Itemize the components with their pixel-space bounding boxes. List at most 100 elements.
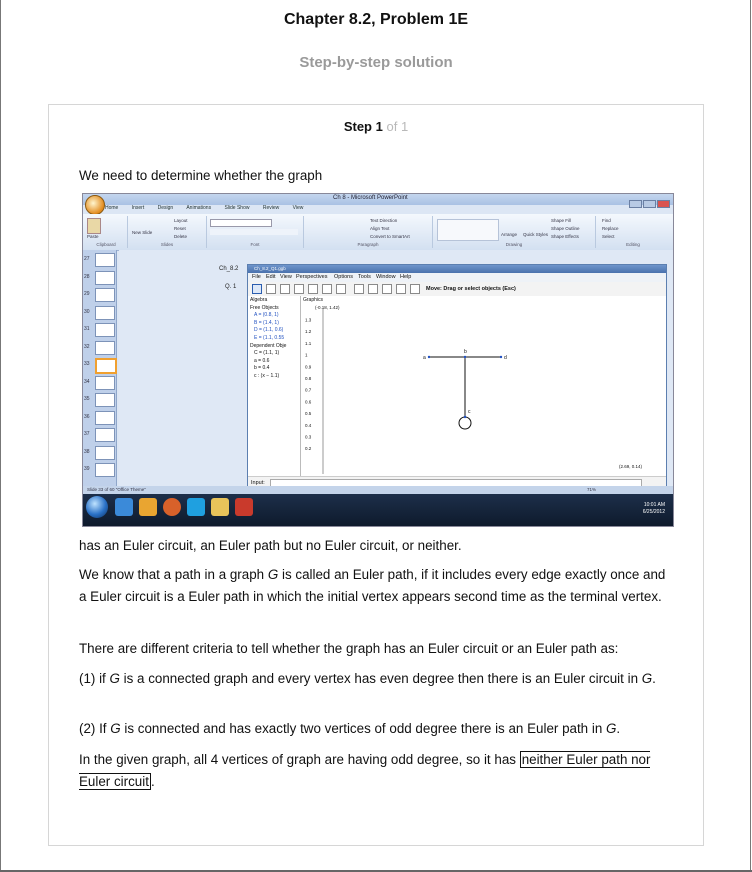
slide-thumbnail[interactable] — [95, 375, 115, 390]
vertex-c[interactable] — [463, 415, 467, 419]
geogebra-title: Ch_8.2_Q1.ggb — [254, 266, 286, 271]
criterion-part: . — [652, 671, 656, 686]
font-format-buttons[interactable] — [210, 229, 298, 235]
text-direction-label[interactable]: Text Direction — [370, 218, 397, 223]
shapes-gallery[interactable] — [437, 219, 499, 241]
vertex-label-c: c — [468, 409, 471, 415]
menu-help[interactable]: Help — [400, 274, 411, 280]
algebra-free-object[interactable]: A = (0.8, 1) — [254, 312, 279, 318]
ribbon-tab-slideshow[interactable]: Slide Show — [224, 205, 249, 211]
dependent-objects-label: Dependent Obje — [250, 343, 287, 349]
reflect-tool-icon[interactable] — [368, 284, 378, 294]
media-player-icon[interactable] — [139, 498, 157, 516]
var-g: G — [109, 671, 120, 686]
point-tool-icon[interactable] — [266, 284, 276, 294]
graph-canvas: 1.3 1.2 1.1 1 0.9 0.8 0.7 0.6 0.5 0.4 0.3 0.2 a b d… — [305, 308, 643, 474]
reset-label[interactable]: Reset — [174, 226, 186, 231]
menu-window[interactable]: Window — [376, 274, 396, 280]
ie-icon[interactable] — [115, 498, 133, 516]
slide-thumbnail[interactable] — [95, 340, 115, 355]
firefox-icon[interactable] — [163, 498, 181, 516]
convert-smartart-label[interactable]: Convert to SmartArt — [370, 234, 410, 239]
algebra-free-object[interactable]: B = (1.4, 1) — [254, 320, 279, 326]
slide-number: 34 — [84, 378, 90, 385]
arrange-label[interactable]: Arrange — [501, 232, 517, 237]
menu-tools[interactable]: Tools — [358, 274, 371, 280]
vertex-b[interactable] — [463, 355, 467, 359]
group-label: Paragraph — [357, 242, 379, 247]
slide-thumbnail[interactable] — [95, 393, 115, 407]
slide-thumbnail[interactable] — [95, 445, 115, 460]
ribbon-tab-view[interactable]: View — [293, 205, 304, 211]
quick-styles-label[interactable]: Quick Styles — [523, 232, 548, 237]
start-button-icon[interactable] — [86, 496, 108, 518]
slide-thumbnail[interactable] — [95, 270, 115, 285]
status-zoom: 71% — [587, 487, 597, 492]
ribbon-group-paragraph: Text Direction Align Text Convert to Sma… — [304, 216, 433, 248]
line-tool-icon[interactable] — [280, 284, 290, 294]
select-label[interactable]: Select — [602, 234, 615, 239]
slide-number: 32 — [84, 343, 90, 350]
slide-thumbnail[interactable] — [95, 253, 115, 267]
algebra-dependent-object[interactable]: c : (x − 1.1) — [254, 373, 279, 379]
slide-thumbnail[interactable] — [95, 463, 115, 477]
slide-thumbnail[interactable] — [95, 358, 117, 374]
shape-fill-label[interactable]: Shape Fill — [551, 218, 571, 223]
criterion-part: (2) If — [79, 721, 111, 736]
graphics-view[interactable]: Graphics (-0.18, 1.42) 1.3 1.2 1.1 1 0.9 0.8 0… — [301, 296, 666, 476]
folder-icon[interactable] — [211, 498, 229, 516]
ppt-status-bar: Slide 33 of 60 "Office Theme" 71% — [83, 486, 673, 494]
algebra-view: Algebra Free Objects A = (0.8, 1) B = (1.… — [248, 296, 301, 476]
slide-thumbnail[interactable] — [95, 305, 115, 320]
algebra-dependent-object[interactable]: b = 0.4 — [254, 365, 269, 371]
menu-file[interactable]: File — [252, 274, 261, 280]
skype-icon[interactable] — [187, 498, 205, 516]
perpendicular-tool-icon[interactable] — [294, 284, 304, 294]
polygon-tool-icon[interactable] — [308, 284, 318, 294]
algebra-free-object[interactable]: D = (1.1, 0.6) — [254, 327, 283, 333]
shape-outline-label[interactable]: Shape Outline — [551, 226, 580, 231]
ribbon-tab-animations[interactable]: Animations — [186, 205, 211, 211]
algebra-dependent-object[interactable]: C = (1.1, 1) — [254, 350, 279, 356]
graph-screenshot: Ch 8 - Microsoft PowerPoint Home Insert … — [82, 193, 674, 527]
vertex-d[interactable] — [499, 355, 503, 359]
algebra-dependent-object[interactable]: a = 0.6 — [254, 358, 269, 364]
slider-tool-icon[interactable] — [396, 284, 406, 294]
slide-label-chapter: Ch_8.2 — [219, 266, 239, 272]
find-label[interactable]: Find — [602, 218, 611, 223]
delete-label[interactable]: Delete — [174, 234, 187, 239]
menu-perspectives[interactable]: Perspectives — [296, 274, 328, 280]
page-border-right — [750, 0, 751, 872]
ribbon-tab-insert[interactable]: Insert — [132, 205, 145, 211]
ribbon-tab-design[interactable]: Design — [158, 205, 174, 211]
paste-icon[interactable] — [87, 218, 101, 234]
slide-thumbnail[interactable] — [95, 428, 115, 442]
ellipse-tool-icon[interactable] — [336, 284, 346, 294]
ribbon-tab-home[interactable]: Home — [105, 205, 118, 211]
replace-label[interactable]: Replace — [602, 226, 619, 231]
slide-thumbnail[interactable] — [95, 410, 115, 425]
font-name-field[interactable] — [210, 219, 272, 227]
menu-edit[interactable]: Edit — [266, 274, 275, 280]
angle-tool-icon[interactable] — [354, 284, 364, 294]
algebra-free-object[interactable]: E = (1.1, 0.55 — [254, 335, 284, 341]
layout-label[interactable]: Layout — [174, 218, 188, 223]
powerpoint-icon[interactable] — [235, 498, 253, 516]
menu-options[interactable]: Options — [334, 274, 353, 280]
align-text-label[interactable]: Align Text — [370, 226, 389, 231]
vertex-a[interactable] — [427, 355, 431, 359]
ribbon-tab-review[interactable]: Review — [263, 205, 279, 211]
circle-tool-icon[interactable] — [322, 284, 332, 294]
shape-effects-label[interactable]: Shape Effects — [551, 234, 579, 239]
office-button-icon[interactable] — [85, 195, 105, 215]
slide-thumbnail[interactable] — [95, 323, 115, 337]
move-view-tool-icon[interactable] — [410, 284, 420, 294]
slide-thumbnail[interactable] — [95, 288, 115, 302]
text-tool-icon[interactable] — [382, 284, 392, 294]
ppt-window-title: Ch 8 - Microsoft PowerPoint — [333, 195, 408, 201]
move-tool-icon[interactable] — [252, 284, 262, 294]
menu-view[interactable]: View — [280, 274, 292, 280]
new-slide-label[interactable]: New Slide — [132, 230, 152, 235]
ribbon-group-editing: Find Replace Select Editing — [596, 216, 670, 248]
slide-number: 27 — [84, 256, 90, 262]
